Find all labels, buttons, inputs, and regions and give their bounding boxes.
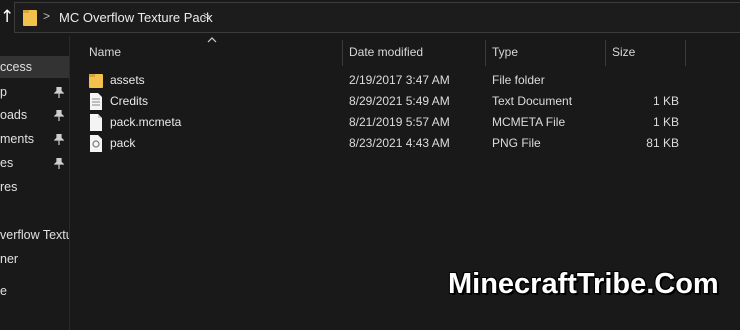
nav-item-desktop[interactable]: p — [0, 81, 69, 103]
nav-item-other[interactable]: e — [0, 280, 69, 302]
nav-item-label: verflow Textur — [0, 228, 70, 242]
address-bar[interactable]: > MC Overflow Texture Pack > — [14, 2, 740, 33]
breadcrumb-current-folder[interactable]: MC Overflow Texture Pack — [59, 10, 213, 25]
nav-item-label: oads — [0, 108, 28, 122]
column-header-name[interactable]: Name — [89, 45, 121, 59]
nav-item-textures[interactable]: res — [0, 176, 69, 198]
pin-icon[interactable] — [54, 87, 64, 98]
nav-item-label: ner — [0, 252, 19, 266]
nav-item-label: ccess — [0, 60, 32, 74]
generic-file-icon — [90, 114, 102, 131]
nav-item-label: es — [0, 156, 14, 170]
navigation-pane: ccess p oads ments es res verflow Textur… — [0, 36, 70, 330]
column-header-size[interactable]: Size — [612, 45, 635, 59]
nav-item-mc-overflow-texture-pack[interactable]: verflow Textur — [0, 224, 70, 246]
file-name: Credits — [110, 94, 149, 108]
file-date-modified: 2/19/2017 3:47 AM — [349, 73, 450, 87]
pin-icon[interactable] — [54, 134, 64, 145]
file-row[interactable]: Credits 8/29/2021 5:49 AM Text Document … — [71, 91, 740, 112]
file-date-modified: 8/23/2021 4:43 AM — [349, 136, 450, 150]
sort-ascending-icon[interactable] — [207, 36, 217, 44]
folder-icon — [89, 74, 103, 88]
file-row[interactable]: pack.mcmeta 8/21/2019 5:57 AM MCMETA Fil… — [71, 112, 740, 133]
file-date-modified: 8/21/2019 5:57 AM — [349, 115, 450, 129]
nav-item-quick-access[interactable]: ccess — [0, 56, 69, 78]
text-file-icon — [90, 93, 102, 110]
image-file-icon — [90, 135, 102, 152]
breadcrumb-separator[interactable]: > — [203, 9, 210, 23]
nav-item-pictures[interactable]: es — [0, 152, 69, 174]
file-name: pack — [110, 136, 136, 150]
file-size: 81 KB — [646, 136, 679, 150]
up-arrow-icon[interactable]: ↑ — [0, 5, 14, 29]
column-header-row: Name Date modified Type Size — [71, 36, 740, 66]
file-type: Text Document — [492, 94, 573, 108]
file-explorer-window: ↑ > MC Overflow Texture Pack > ccess p o… — [0, 0, 740, 330]
file-size: 1 KB — [652, 94, 679, 108]
nav-item-documents[interactable]: ments — [0, 128, 69, 150]
file-name: assets — [110, 73, 145, 87]
file-type: PNG File — [492, 136, 541, 150]
column-divider[interactable] — [685, 40, 686, 66]
address-bar-area: ↑ > MC Overflow Texture Pack > — [0, 0, 740, 36]
nav-item-downloads[interactable]: oads — [0, 104, 69, 126]
column-header-date-modified[interactable]: Date modified — [349, 45, 423, 59]
file-type: MCMETA File — [492, 115, 566, 129]
pin-icon[interactable] — [54, 158, 64, 169]
nav-item-label: ments — [0, 132, 35, 146]
nav-item-label: p — [0, 85, 7, 99]
column-divider[interactable] — [605, 40, 606, 66]
breadcrumb-separator[interactable]: > — [43, 9, 50, 23]
file-size: 1 KB — [652, 115, 679, 129]
file-row[interactable]: assets 2/19/2017 3:47 AM File folder — [71, 70, 740, 91]
nav-item-label: e — [0, 284, 7, 298]
column-divider[interactable] — [342, 40, 343, 66]
nav-item-label: res — [0, 180, 18, 194]
file-name: pack.mcmeta — [110, 115, 182, 129]
folder-icon — [23, 10, 37, 26]
file-type: File folder — [492, 73, 545, 87]
file-row[interactable]: pack 8/23/2021 4:43 AM PNG File 81 KB — [71, 133, 740, 154]
column-header-type[interactable]: Type — [492, 45, 518, 59]
nav-item-folder[interactable]: ner — [0, 248, 69, 270]
file-date-modified: 8/29/2021 5:49 AM — [349, 94, 450, 108]
column-divider[interactable] — [485, 40, 486, 66]
watermark-text: MinecraftTribe.Com — [448, 268, 719, 300]
pin-icon[interactable] — [54, 110, 64, 121]
